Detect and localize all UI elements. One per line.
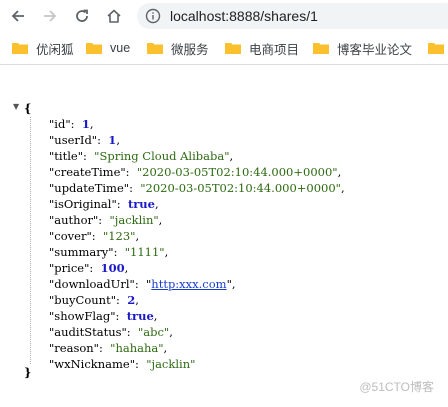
json-open-brace: {	[24, 101, 32, 115]
json-value: "1111"	[124, 245, 165, 259]
bookmark-folder[interactable]: vue	[86, 38, 130, 58]
collapse-toggle-icon[interactable]: ▼	[13, 102, 19, 111]
bookmark-folder[interactable]	[428, 38, 448, 58]
json-field-row: "buyCount": 2,	[49, 293, 139, 307]
bookmarks-bar: 优闲狐 vue 微服务 电商项目 博客毕业论文	[0, 32, 448, 65]
json-key: "auditStatus"	[49, 325, 127, 339]
json-key: "author"	[49, 213, 99, 227]
home-icon	[107, 9, 121, 23]
folder-icon	[12, 43, 28, 54]
forward-button[interactable]	[38, 4, 62, 28]
bookmark-folder[interactable]: 电商项目	[225, 38, 299, 58]
json-field-row: "id": 1,	[49, 117, 94, 131]
json-value: "jacklin"	[146, 357, 196, 371]
address-bar[interactable]: localhost:8888/shares/1	[137, 3, 448, 29]
json-key: "updateTime"	[49, 181, 130, 195]
bookmark-label: 微服务	[171, 42, 209, 57]
json-key: "id"	[49, 117, 71, 131]
json-value: true	[126, 309, 154, 323]
json-field-row: "isOriginal": true,	[49, 197, 159, 211]
json-key: "wxNickname"	[49, 357, 136, 371]
reload-button[interactable]	[70, 4, 94, 28]
json-key: "title"	[49, 149, 83, 163]
watermark: @51CTO博客	[359, 380, 434, 394]
json-value: 1	[81, 117, 90, 131]
bookmark-folder[interactable]: 博客毕业论文	[313, 38, 412, 58]
json-value: 1	[108, 133, 117, 147]
json-field-row: "price": 100,	[49, 261, 129, 275]
json-field-row: "updateTime": "2020-03-05T02:10:44.000+0…	[49, 181, 345, 195]
bookmark-label: 电商项目	[249, 42, 300, 57]
json-value: "abc"	[137, 325, 170, 339]
folder-icon	[313, 43, 329, 54]
json-value: 100	[100, 261, 125, 275]
json-field-row: "cover": "123",	[49, 229, 140, 243]
bookmark-folder[interactable]: 优闲狐	[12, 38, 74, 58]
reload-icon	[76, 9, 88, 22]
bookmark-label: 博客毕业论文	[337, 42, 413, 57]
json-value: "123"	[102, 229, 136, 243]
json-value: "hahaha"	[110, 341, 164, 355]
json-value: "2020-03-05T02:10:44.000+0000"	[136, 165, 338, 179]
json-key: "isOriginal"	[49, 197, 117, 211]
home-button[interactable]	[102, 4, 126, 28]
arrow-left-icon	[11, 10, 24, 22]
folder-icon	[147, 43, 163, 54]
json-field-row: "author": "jacklin",	[49, 213, 163, 227]
download-url-link[interactable]: http:xxx.com	[151, 277, 226, 291]
json-key: "downloadUrl"	[49, 277, 135, 291]
json-value: "jacklin"	[109, 213, 159, 227]
bookmark-label: 优闲狐	[36, 42, 74, 57]
json-value: "2020-03-05T02:10:44.000+0000"	[140, 181, 341, 195]
json-field-row: "auditStatus": "abc",	[49, 325, 173, 339]
json-value: 2	[127, 293, 136, 307]
folder-icon	[86, 43, 102, 54]
json-field-row: "summary": "1111",	[49, 245, 169, 259]
json-key: "userId"	[49, 133, 98, 147]
json-key: "summary"	[49, 245, 114, 259]
arrow-right-icon	[44, 10, 57, 22]
indent-guide	[30, 117, 31, 364]
json-key: "buyCount"	[49, 293, 117, 307]
json-value: "Spring Cloud Alibaba"	[94, 149, 230, 163]
json-key: "showFlag"	[49, 309, 116, 323]
json-key: "createTime"	[49, 165, 126, 179]
json-field-row: "downloadUrl": "http:xxx.com",	[49, 277, 236, 291]
json-close-brace: }	[24, 365, 32, 379]
json-field-row: "wxNickname": "jacklin"	[49, 357, 196, 371]
json-key: "price"	[49, 261, 90, 275]
browser-toolbar: localhost:8888/shares/1	[0, 0, 448, 32]
bookmark-folder[interactable]: 微服务	[147, 38, 209, 58]
json-key: "reason"	[49, 341, 99, 355]
folder-icon	[428, 43, 444, 54]
json-value: true	[127, 197, 155, 211]
bookmark-label: vue	[110, 41, 131, 55]
url-text: localhost:8888/shares/1	[170, 8, 318, 24]
json-key: "cover"	[49, 229, 92, 243]
json-field-row: "userId": 1,	[49, 133, 120, 147]
folder-icon	[225, 43, 241, 54]
info-icon[interactable]	[145, 8, 161, 24]
json-viewer: ▼ { "id": 1, "userId": 1, "title": "Spri…	[0, 65, 448, 407]
json-field-row: "showFlag": true,	[49, 309, 158, 323]
json-field-row: "title": "Spring Cloud Alibaba",	[49, 149, 234, 163]
back-button[interactable]	[6, 4, 30, 28]
json-field-row: "reason": "hahaha",	[49, 341, 168, 355]
json-field-row: "createTime": "2020-03-05T02:10:44.000+0…	[49, 165, 342, 179]
